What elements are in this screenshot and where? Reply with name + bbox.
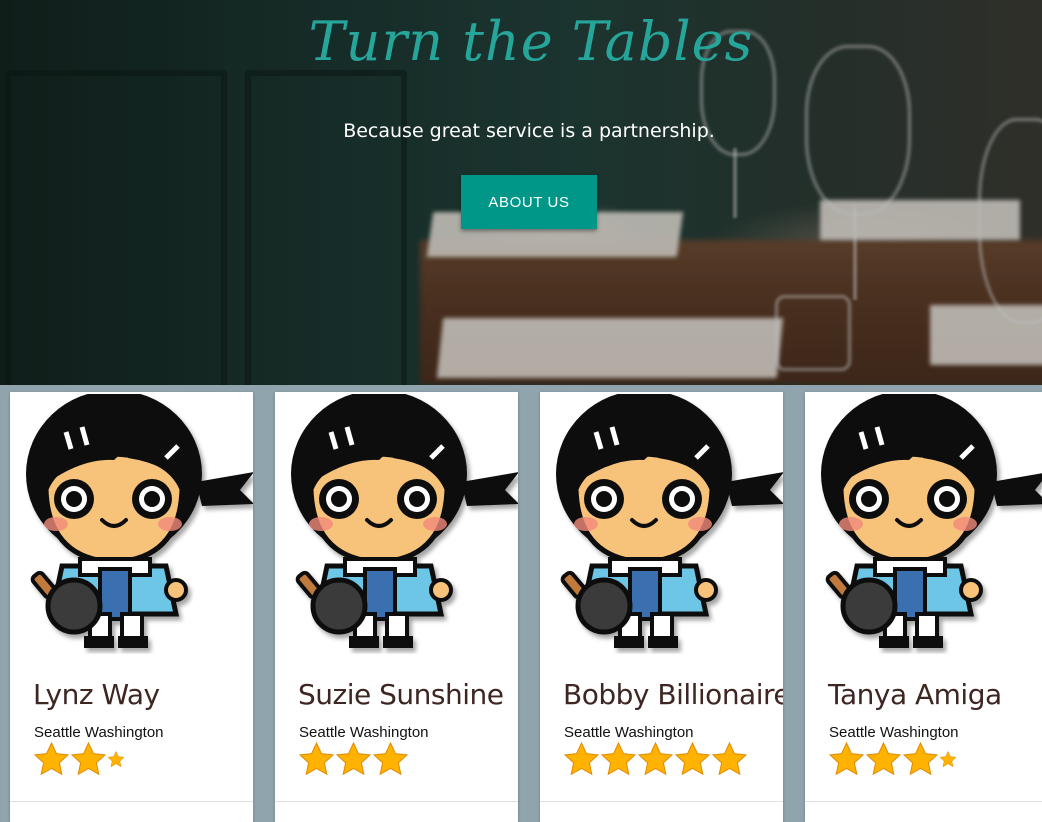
server-location: Seattle Washington (34, 724, 164, 741)
star-icon (372, 741, 409, 776)
server-location: Seattle Washington (829, 724, 959, 741)
server-card[interactable]: Tanya Amiga Seattle Washington (805, 392, 1042, 822)
star-rating (33, 741, 125, 781)
star-rating (563, 741, 748, 781)
waiter-avatar-icon (26, 394, 253, 648)
star-icon (674, 741, 711, 776)
star-icon (298, 741, 335, 776)
star-rating (828, 741, 957, 781)
star-icon (939, 750, 957, 768)
site-tagline: Because great service is a partnership. (343, 120, 715, 142)
server-location: Seattle Washington (564, 724, 694, 741)
card-divider (805, 801, 1042, 802)
star-icon (107, 750, 125, 768)
star-icon (902, 741, 939, 776)
star-icon (33, 741, 70, 776)
star-icon (563, 741, 600, 776)
star-rating (298, 741, 409, 781)
server-name: Lynz Way (33, 678, 160, 711)
star-icon (335, 741, 372, 776)
star-icon (600, 741, 637, 776)
about-us-button[interactable]: ABOUT US (461, 175, 597, 229)
server-location: Seattle Washington (299, 724, 429, 741)
server-name: Suzie Sunshine (298, 678, 504, 711)
star-icon (865, 741, 902, 776)
card-divider (10, 801, 253, 802)
star-icon (637, 741, 674, 776)
server-name: Tanya Amiga (828, 678, 1002, 711)
server-cards: Lynz Way Seattle Washington Suzie Sunshi… (0, 385, 1042, 822)
server-card[interactable]: Lynz Way Seattle Washington (10, 392, 253, 822)
waiter-avatar-icon (291, 394, 518, 648)
card-divider (275, 801, 518, 802)
star-icon (828, 741, 865, 776)
hero-banner: Turn the Tables Because great service is… (0, 0, 1042, 385)
server-card[interactable]: Suzie Sunshine Seattle Washington (275, 392, 518, 822)
waiter-avatar-icon (821, 394, 1042, 648)
site-title: Turn the Tables (308, 10, 754, 73)
waiter-avatar-icon (556, 394, 783, 648)
star-icon (711, 741, 748, 776)
server-name: Bobby Billionaire (563, 678, 783, 711)
card-divider (540, 801, 783, 802)
server-card[interactable]: Bobby Billionaire Seattle Washington (540, 392, 783, 822)
star-icon (70, 741, 107, 776)
